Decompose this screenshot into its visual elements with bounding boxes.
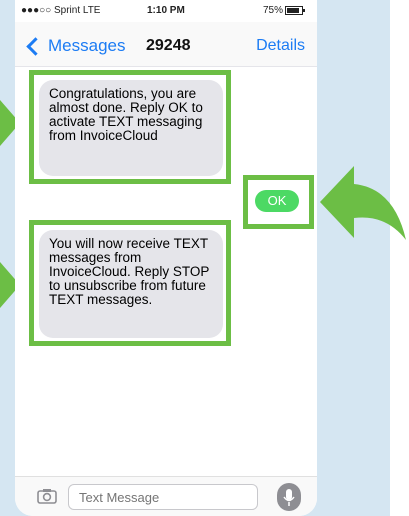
message-text-field[interactable] [68, 484, 258, 510]
microphone-button[interactable] [277, 483, 301, 511]
status-bar: ●●●○○ Sprint LTE 1:10 PM 75% [15, 0, 317, 22]
message-input-bar [15, 476, 317, 516]
clock: 1:10 PM [147, 5, 185, 16]
battery-icon [285, 6, 305, 15]
pointer-arrow-icon [320, 166, 406, 240]
battery-percent: 75% [263, 5, 284, 16]
incoming-message: You will now receive TEXT messages from … [39, 230, 223, 338]
phone-screen: ●●●○○ Sprint LTE 1:10 PM 75% Messages 29… [15, 0, 317, 516]
back-chevron-icon [26, 36, 45, 56]
navigation-bar: Messages 29248 Details [15, 22, 317, 67]
conversation-title: 29248 [146, 37, 191, 54]
microphone-icon [283, 489, 295, 506]
carrier-label: ●●●○○ Sprint LTE [21, 5, 101, 16]
back-label: Messages [48, 36, 126, 55]
incoming-message: Congratulations, you are almost done. Re… [39, 80, 223, 176]
camera-icon[interactable] [37, 488, 57, 504]
details-button[interactable]: Details [256, 37, 305, 55]
outgoing-message: OK [255, 190, 299, 212]
back-button[interactable]: Messages [25, 36, 125, 56]
